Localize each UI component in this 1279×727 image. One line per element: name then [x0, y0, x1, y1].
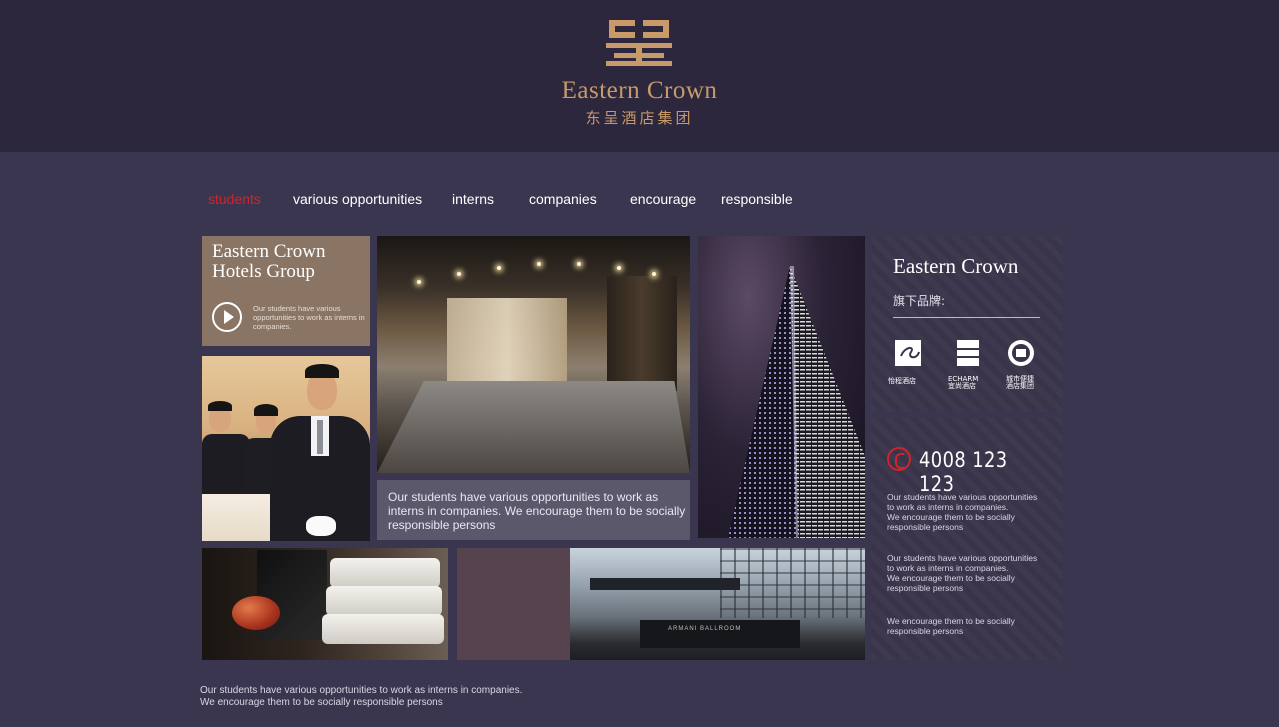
staff-hair — [254, 404, 278, 416]
staff-hair — [208, 401, 232, 411]
lobby-photo — [377, 236, 690, 473]
nav-item-companies[interactable]: companies — [529, 191, 597, 207]
towels-photo — [202, 548, 448, 660]
phone-number[interactable]: 4008 123 123 — [919, 448, 1041, 496]
contact-paragraph-line: Our students have various opportunities — [887, 492, 1038, 502]
footer-line-2: We encourage them to be socially respons… — [200, 697, 443, 708]
main-nav: students various opportunities interns c… — [0, 191, 900, 211]
brands-panel: Eastern Crown 旗下品牌: 怡程酒店 ECHARM 宜尚酒店 城市便… — [871, 236, 1063, 412]
towel — [322, 614, 444, 644]
brands-panel-title: Eastern Crown — [893, 254, 1019, 278]
contact-paragraph-line: responsible persons — [887, 583, 964, 593]
contact-panel: 4008 123 123 Our students have various o… — [871, 418, 1063, 660]
ceiling-light — [537, 262, 541, 266]
brand-caption-yicheng: 怡程酒店 — [888, 377, 916, 385]
contact-paragraph-line: We encourage them to be socially — [887, 512, 1015, 522]
ceiling-light — [497, 266, 501, 270]
tower-photo — [698, 236, 865, 538]
nav-item-various-opportunities[interactable]: various opportunities — [293, 191, 422, 207]
building-photo: ARMANI BALLROOM — [570, 548, 865, 660]
yicheng-logo-icon[interactable] — [891, 340, 931, 370]
contact-paragraph-line: to work as interns in companies. — [887, 502, 1009, 512]
staff-photo — [202, 356, 370, 541]
ceiling-light — [417, 280, 421, 284]
staff-glove — [306, 516, 336, 536]
eastern-crown-logo-icon[interactable] — [606, 20, 672, 66]
contact-paragraph-line: to work as interns in companies. — [887, 563, 1009, 573]
city-comfort-logo-icon[interactable] — [1005, 340, 1045, 370]
contact-paragraph-line: We encourage them to be socially — [887, 616, 1015, 626]
lobby-curtain — [607, 276, 677, 391]
towel — [326, 586, 442, 616]
nav-item-interns[interactable]: interns — [452, 191, 494, 207]
contact-paragraph-line: responsible persons — [887, 626, 964, 636]
contact-paragraph-line: responsible persons — [887, 522, 964, 532]
brand-title-line2: Hotels Group — [212, 261, 315, 282]
ceiling-light — [577, 262, 581, 266]
caption-box: Our students have various opportunities … — [377, 480, 690, 540]
contact-paragraph-1: Our students have various opportunities … — [887, 492, 1057, 532]
building-canopy — [590, 578, 740, 590]
contact-paragraph-line: Our students have various opportunities — [887, 553, 1038, 563]
contact-paragraph-2: Our students have various opportunities … — [887, 553, 1057, 593]
brand-caption-echarm: ECHARM 宜尚酒店 — [948, 376, 978, 390]
fruit — [232, 596, 280, 630]
brand-caption-city-comfort-line2: 酒店集团 — [1006, 382, 1034, 390]
brand-title: Eastern Crown Hotels Group — [212, 242, 325, 282]
staff-tie — [317, 420, 323, 454]
nav-item-students[interactable]: students — [208, 191, 261, 207]
ceiling-light — [617, 266, 621, 270]
lobby-floor — [377, 381, 690, 473]
divider — [893, 317, 1040, 318]
building-sign — [640, 620, 800, 648]
site-header: Eastern Crown 东呈酒店集团 — [0, 0, 1279, 152]
caption-text: Our students have various opportunities … — [388, 490, 686, 532]
brands-panel-subtitle: 旗下品牌: — [893, 294, 946, 308]
brand-tile[interactable]: Eastern Crown Hotels Group Our students … — [202, 236, 370, 346]
nav-item-responsible[interactable]: responsible — [721, 191, 793, 207]
contact-paragraph-3: We encourage them to be socially respons… — [887, 616, 1057, 636]
ceiling-light — [652, 272, 656, 276]
color-block — [457, 548, 570, 660]
contact-paragraph-line: We encourage them to be socially — [887, 573, 1015, 583]
staff-hair — [305, 364, 339, 378]
brand-title-line1: Eastern Crown — [212, 241, 326, 262]
phone-icon — [887, 447, 911, 471]
play-icon[interactable] — [212, 302, 242, 332]
ceiling-light — [457, 272, 461, 276]
nav-item-encourage[interactable]: encourage — [630, 191, 696, 207]
logo-name: Eastern Crown — [561, 77, 718, 104]
glass-facade — [720, 548, 865, 618]
footer-text: Our students have various opportunities … — [200, 685, 522, 709]
tower-illustration — [728, 266, 865, 538]
brand-caption-echarm-cn: 宜尚酒店 — [948, 382, 976, 390]
echarm-logo-icon[interactable] — [951, 340, 991, 370]
footer-line-1: Our students have various opportunities … — [200, 685, 523, 696]
logo-chinese-name: 东呈酒店集团 — [585, 109, 694, 127]
brand-caption-city-comfort: 城市便捷 酒店集团 — [1006, 376, 1034, 390]
brand-tile-text: Our students have various opportunities … — [253, 304, 365, 331]
lobby-wall — [447, 298, 567, 388]
towel — [330, 558, 440, 588]
building-sign-text: ARMANI BALLROOM — [668, 626, 742, 632]
